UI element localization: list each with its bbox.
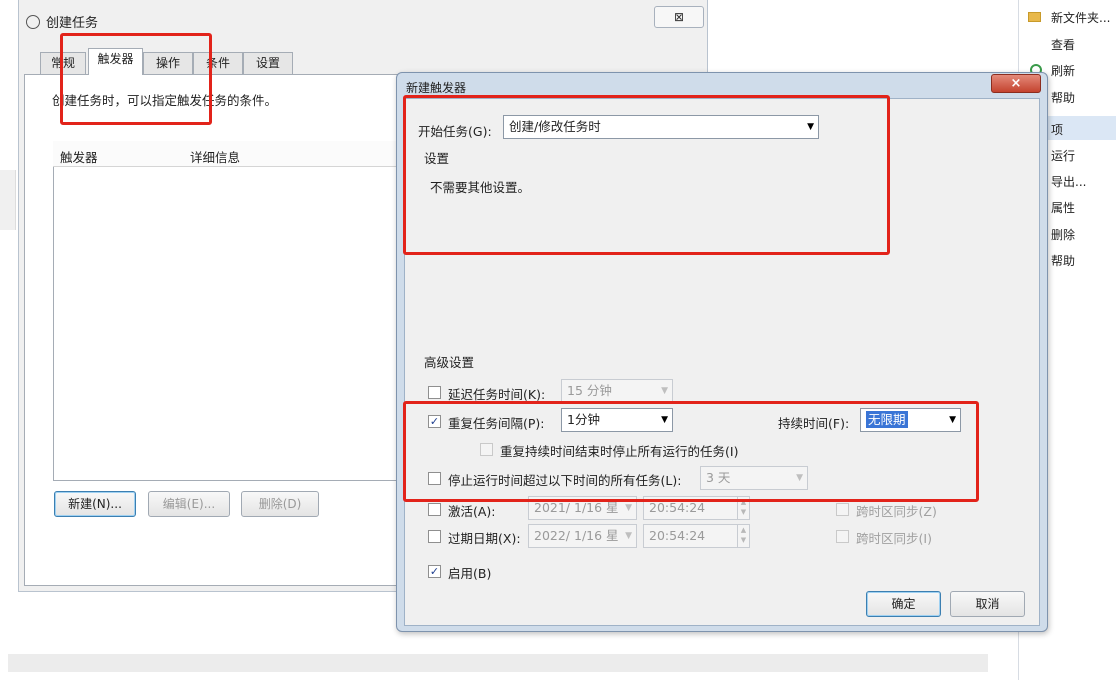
tab-settings[interactable]: 设置	[243, 52, 293, 74]
time-spinner[interactable]: ▲ ▼	[737, 525, 749, 547]
delay-checkbox[interactable]	[428, 386, 441, 399]
clock-icon	[26, 15, 40, 29]
checkmark-icon: ✓	[429, 565, 440, 578]
col-header-details[interactable]: 详细信息	[190, 147, 240, 166]
expire-label: 过期日期(X):	[448, 531, 521, 546]
action-help-2[interactable]: 帮助	[1051, 252, 1075, 269]
expire-checkbox[interactable]	[428, 530, 441, 543]
dialog-close-button[interactable]: ×	[991, 74, 1041, 93]
ok-button[interactable]: 确定	[866, 591, 941, 617]
highlight-box-begin-task	[403, 95, 890, 255]
expire-sync-checkbox[interactable]	[836, 530, 849, 543]
action-run[interactable]: 运行	[1051, 147, 1075, 164]
highlight-box-repeat	[403, 401, 979, 502]
expire-time-input[interactable]: 20:54:24 ▲ ▼	[643, 524, 750, 548]
left-pane-edge	[0, 170, 16, 230]
chevron-down-icon: ▼	[661, 386, 668, 396]
action-view[interactable]: 查看	[1051, 36, 1075, 53]
actions-section-item: 项	[1051, 123, 1064, 137]
create-task-title: 创建任务	[26, 12, 98, 31]
enabled-checkbox[interactable]: ✓	[428, 565, 441, 578]
cancel-button[interactable]: 取消	[950, 591, 1025, 617]
chevron-down-icon: ▼	[625, 531, 632, 541]
activate-checkbox[interactable]	[428, 503, 441, 516]
edit-trigger-button[interactable]: 编辑(E)...	[148, 491, 230, 517]
highlight-box-triggers-tab	[60, 33, 212, 125]
action-help[interactable]: 帮助	[1051, 89, 1075, 106]
trigger-list[interactable]	[53, 141, 398, 481]
activate-label: 激活(A):	[448, 504, 496, 519]
advanced-settings-label: 高级设置	[424, 355, 475, 370]
action-new-folder[interactable]: 新文件夹...	[1051, 9, 1110, 26]
action-export[interactable]: 导出...	[1051, 173, 1086, 190]
delete-trigger-button[interactable]: 删除(D)	[241, 491, 319, 517]
close-window-button[interactable]: ⊠	[654, 6, 704, 28]
action-properties[interactable]: 属性	[1051, 199, 1075, 216]
delay-select[interactable]: 15 分钟 ▼	[561, 379, 673, 403]
activate-sync-checkbox[interactable]	[836, 503, 849, 516]
dialog-title: 新建触发器	[406, 81, 467, 95]
action-refresh[interactable]: 刷新	[1051, 62, 1075, 79]
action-delete[interactable]: 删除	[1051, 226, 1075, 243]
expire-sync-label: 跨时区同步(I)	[856, 531, 932, 546]
enabled-label: 启用(B)	[448, 566, 492, 581]
status-bar	[8, 654, 988, 672]
col-header-trigger[interactable]: 触发器	[60, 147, 98, 166]
activate-sync-label: 跨时区同步(Z)	[856, 504, 937, 519]
folder-icon	[1028, 12, 1041, 22]
expire-date-picker[interactable]: 2022/ 1/16 星 ▼	[528, 524, 637, 548]
new-trigger-button[interactable]: 新建(N)...	[54, 491, 136, 517]
